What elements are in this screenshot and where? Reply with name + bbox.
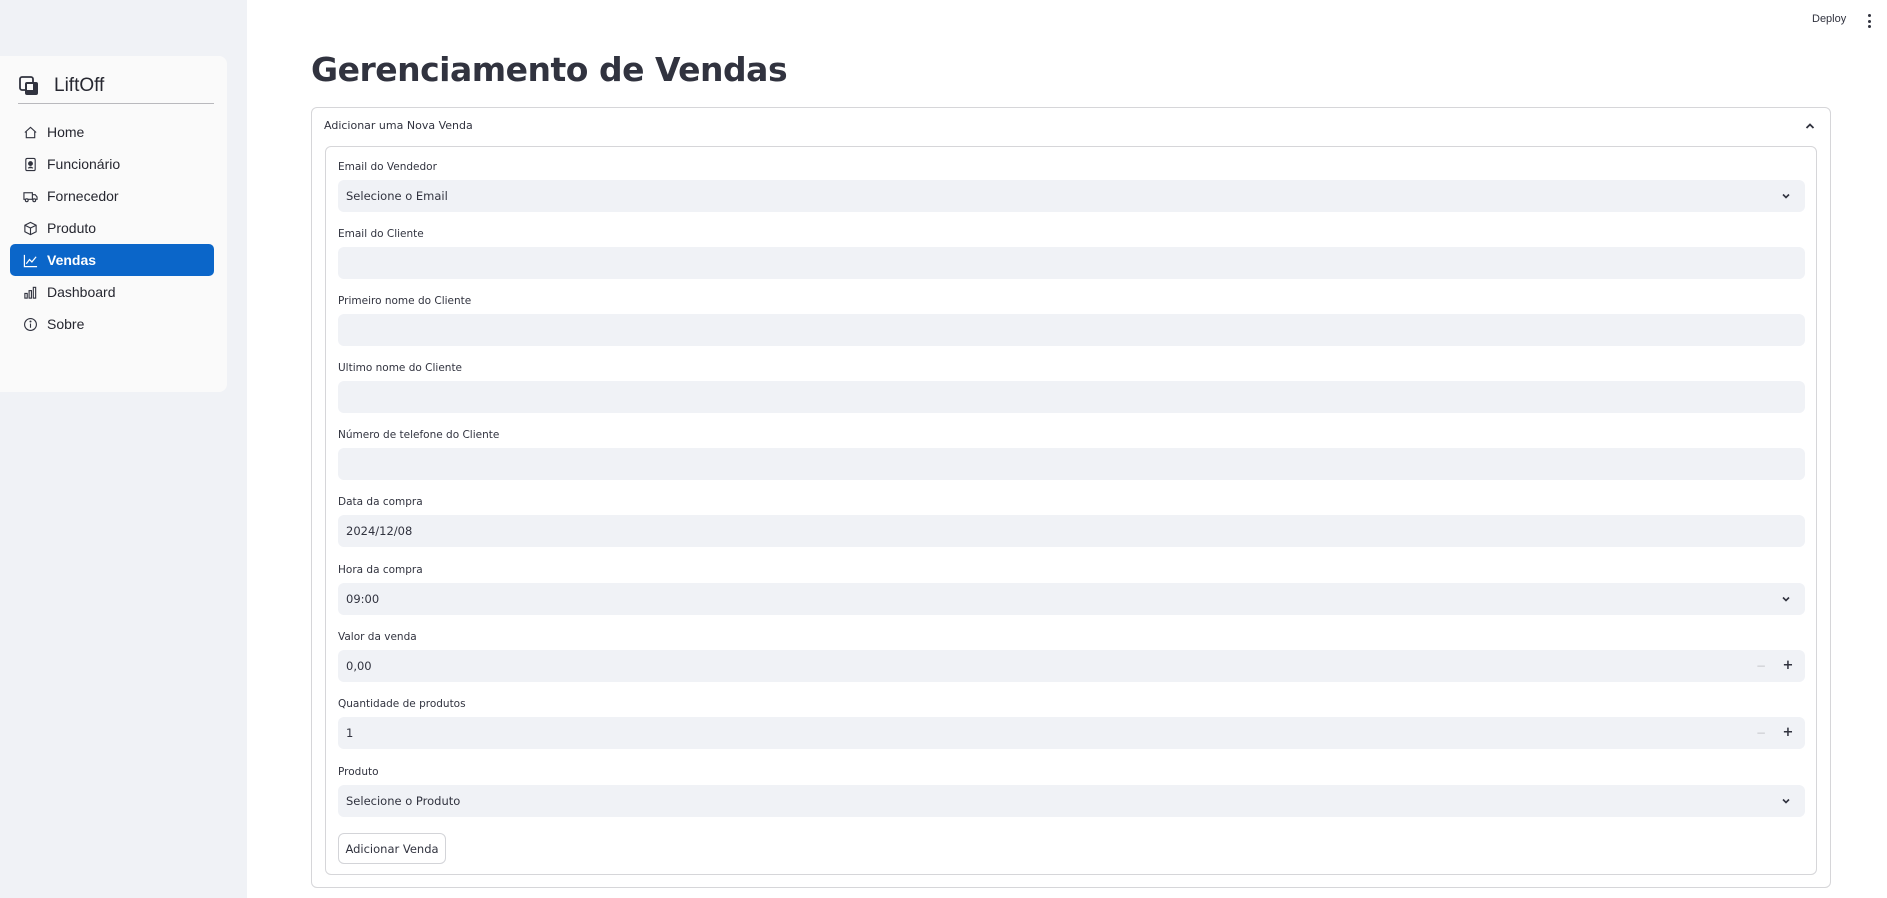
quantity-label: Quantidade de produtos (338, 698, 466, 710)
sale-value-label: Valor da venda (338, 631, 417, 643)
product-select[interactable]: Selecione o Produto (338, 785, 1805, 817)
product-value: Selecione o Produto (346, 794, 461, 808)
line-chart-icon (23, 254, 38, 267)
purchase-date-value: 2024/12/08 (346, 524, 413, 538)
client-last-name-label: Ultimo nome do Cliente (338, 362, 463, 374)
sidebar-item-fornecedor[interactable]: Fornecedor (10, 180, 214, 212)
truck-icon (23, 191, 38, 202)
info-icon (24, 317, 37, 331)
seller-email-label: Email do Vendedor (338, 161, 437, 173)
sidebar-item-label: Home (47, 124, 85, 140)
client-first-name-field[interactable] (338, 314, 1805, 346)
client-last-name-field[interactable] (338, 381, 1805, 413)
home-icon (24, 126, 37, 138)
sidebar-item-dashboard[interactable]: Dashboard (10, 276, 214, 308)
box-icon (24, 221, 37, 235)
client-first-name-label: Primeiro nome do Cliente (338, 295, 472, 307)
sidebar-item-label: Produto (47, 220, 97, 236)
quantity-value: 1 (346, 726, 354, 740)
sidebar-item-label: Sobre (47, 316, 85, 332)
increment-button[interactable]: + (1780, 658, 1796, 674)
client-phone-label: Número de telefone do Cliente (338, 429, 500, 441)
sidebar-item-label: Fornecedor (47, 188, 119, 204)
sidebar-item-home[interactable]: Home (10, 116, 214, 148)
sidebar-item-sobre[interactable]: Sobre (10, 308, 214, 340)
expander-label: Adicionar uma Nova Venda (324, 119, 473, 132)
deploy-button[interactable]: Deploy (1812, 13, 1846, 25)
bar-chart-icon (24, 286, 37, 299)
brand: LiftOff (18, 68, 214, 104)
seller-email-select[interactable]: Selecione o Email (338, 180, 1805, 212)
sidebar-item-funcionario[interactable]: Funcionário (10, 148, 214, 180)
sidebar-item-produto[interactable]: Produto (10, 212, 214, 244)
sidebar-item-vendas[interactable]: Vendas (10, 244, 214, 276)
add-sale-expander: Adicionar uma Nova Venda Email do Vended… (311, 107, 1831, 888)
quantity-stepper[interactable]: 1 − + (338, 717, 1805, 749)
purchase-date-input[interactable]: 2024/12/08 (338, 515, 1805, 547)
decrement-button[interactable]: − (1753, 658, 1769, 674)
client-phone-field[interactable] (338, 448, 1805, 480)
sidebar: LiftOff Home Funcionário Fornecedor Prod… (0, 0, 247, 898)
purchase-time-value: 09:00 (346, 592, 380, 606)
brand-name: LiftOff (54, 74, 105, 96)
client-email-label: Email do Cliente (338, 228, 424, 240)
product-label: Produto (338, 766, 379, 778)
chevron-up-icon (1805, 123, 1815, 129)
page-title: Gerenciamento de Vendas (311, 50, 788, 89)
expander-header[interactable]: Adicionar uma Nova Venda (312, 108, 1830, 146)
add-sale-button[interactable]: Adicionar Venda (338, 833, 446, 864)
badge-icon (25, 157, 36, 171)
add-sale-form: Email do Vendedor Selecione o Email Emai… (325, 146, 1817, 875)
chevron-down-icon (1782, 798, 1790, 804)
main-menu-icon[interactable] (1866, 13, 1872, 29)
increment-button[interactable]: + (1780, 725, 1796, 741)
client-email-field[interactable] (338, 247, 1805, 279)
purchase-time-label: Hora da compra (338, 564, 423, 576)
purchase-date-label: Data da compra (338, 496, 423, 508)
chevron-down-icon (1782, 596, 1790, 602)
sale-value-value: 0,00 (346, 659, 372, 673)
logo-icon (19, 75, 38, 95)
sale-value-input[interactable]: 0,00 − + (338, 650, 1805, 682)
chevron-down-icon (1782, 193, 1790, 199)
purchase-time-select[interactable]: 09:00 (338, 583, 1805, 615)
sidebar-item-label: Dashboard (47, 284, 116, 300)
sidebar-item-label: Vendas (47, 252, 97, 268)
seller-email-value: Selecione o Email (346, 189, 448, 203)
sidebar-item-label: Funcionário (47, 156, 121, 172)
nav-menu: LiftOff Home Funcionário Fornecedor Prod… (0, 56, 227, 392)
decrement-button[interactable]: − (1753, 725, 1769, 741)
